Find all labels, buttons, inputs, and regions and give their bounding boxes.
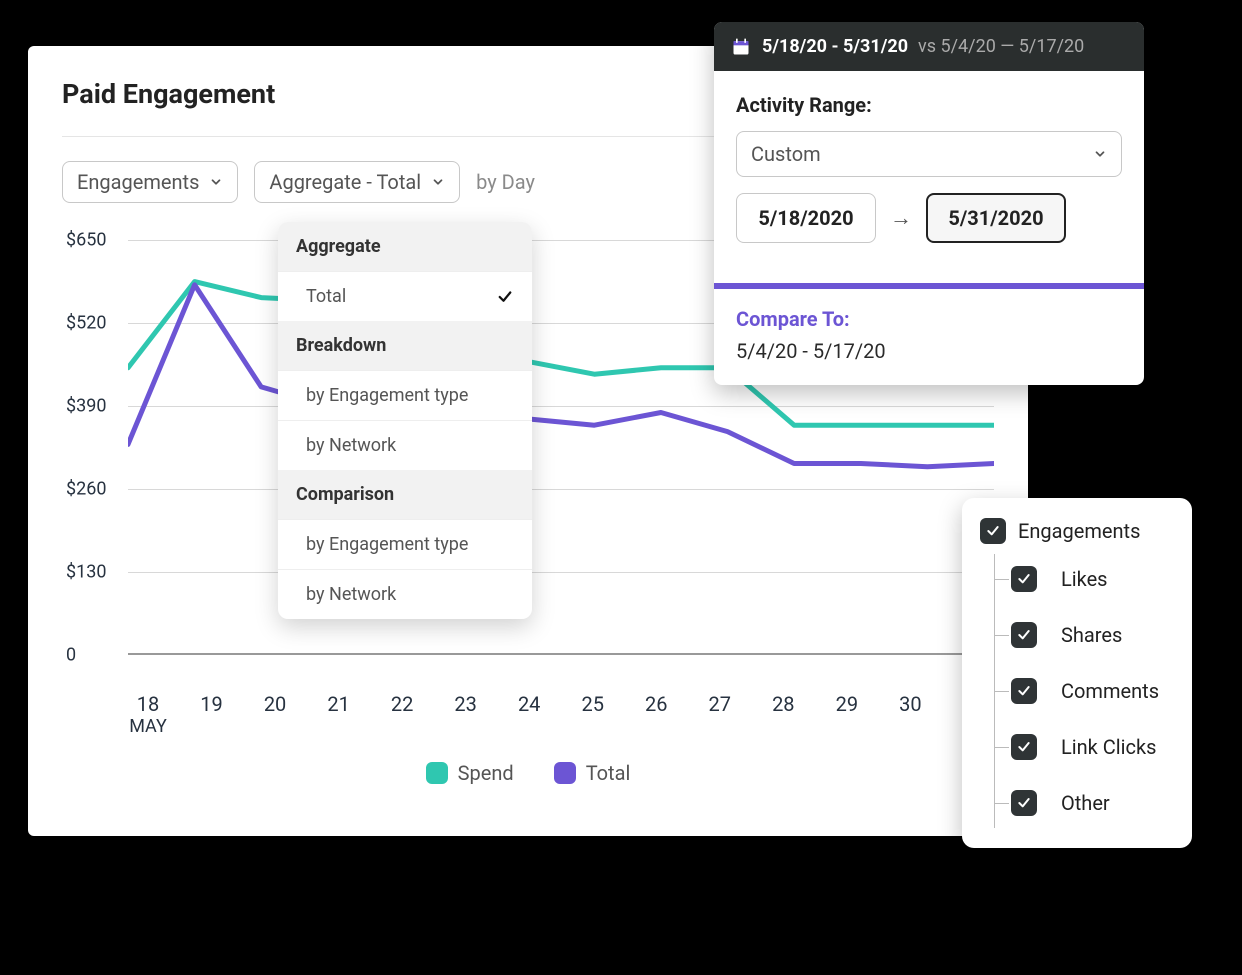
chevron-down-icon — [431, 175, 445, 189]
engagements-child-label: Likes — [1061, 567, 1108, 591]
date-range-bar[interactable]: 5/18/20 - 5/31/20 vs 5/4/20 — 5/17/20 — [714, 22, 1144, 71]
x-tick-label: 20 — [255, 692, 295, 737]
x-tick-label: 18MAY — [128, 692, 168, 737]
engagements-child-row[interactable]: Likes — [995, 554, 1174, 604]
metric-dropdown-label: Engagements — [77, 170, 199, 194]
dropdown-item[interactable]: by Network — [278, 569, 532, 619]
y-tick-label: $130 — [66, 562, 106, 583]
compare-to-label: Compare To: — [736, 307, 1122, 331]
x-tick-label: 27 — [700, 692, 740, 737]
x-tick-label: 26 — [636, 692, 676, 737]
checkbox-checked-icon — [1011, 622, 1037, 648]
chevron-down-icon — [1093, 147, 1107, 161]
dropdown-item-label: by Engagement type — [296, 385, 468, 406]
aggregate-dropdown-label: Aggregate - Total — [269, 170, 421, 194]
checkbox-checked-icon — [1011, 566, 1037, 592]
engagements-child-label: Other — [1061, 791, 1110, 815]
end-date-value: 5/31/2020 — [948, 206, 1043, 230]
checkbox-checked-icon — [1011, 790, 1037, 816]
dropdown-item[interactable]: Total — [278, 271, 532, 321]
activity-range-value: Custom — [751, 142, 821, 166]
engagements-parent-label: Engagements — [1018, 519, 1140, 543]
legend-swatch — [426, 762, 448, 784]
x-tick-label: 30 — [890, 692, 930, 737]
by-day-label: by Day — [476, 170, 535, 194]
end-date-input[interactable]: 5/31/2020 — [926, 193, 1066, 243]
dropdown-item[interactable]: by Engagement type — [278, 519, 532, 569]
x-tick-label: 23 — [446, 692, 486, 737]
calendar-icon — [730, 37, 752, 57]
checkbox-checked-icon — [1011, 678, 1037, 704]
dropdown-item[interactable]: by Network — [278, 420, 532, 470]
y-axis: 0$130$260$390$520$650 — [66, 221, 118, 655]
metric-dropdown[interactable]: Engagements — [62, 161, 238, 203]
x-tick-label: 22 — [382, 692, 422, 737]
y-tick-label: $650 — [66, 230, 106, 251]
chart-legend: Spend Total — [62, 761, 994, 785]
x-axis: 18MAY19202122232425262728293031 — [128, 692, 994, 737]
dropdown-item-label: by Network — [296, 435, 396, 456]
start-date-input[interactable]: 5/18/2020 — [736, 193, 876, 243]
date-range-panel: 5/18/20 - 5/31/20 vs 5/4/20 — 5/17/20 Ac… — [714, 22, 1144, 385]
aggregate-dropdown-panel: Aggregate Total Breakdown by Engagement typ… — [278, 222, 532, 619]
start-date-value: 5/18/2020 — [758, 206, 853, 230]
legend-item[interactable]: Total — [554, 761, 631, 785]
x-tick-label: 24 — [509, 692, 549, 737]
legend-item[interactable]: Spend — [426, 761, 514, 785]
checkbox-checked-icon — [980, 518, 1006, 544]
dropdown-group-header: Comparison — [278, 470, 532, 519]
y-tick-label: 0 — [66, 645, 76, 666]
aggregate-dropdown[interactable]: Aggregate - Total — [254, 161, 460, 203]
activity-range-select[interactable]: Custom — [736, 131, 1122, 177]
engagements-child-row[interactable]: Shares — [995, 610, 1174, 660]
legend-label: Total — [586, 761, 631, 785]
engagements-child-label: Comments — [1061, 679, 1159, 703]
x-tick-label: 28 — [763, 692, 803, 737]
arrow-right-icon: → — [890, 205, 912, 231]
dropdown-group-header: Aggregate — [278, 222, 532, 271]
dropdown-item[interactable]: by Engagement type — [278, 370, 532, 420]
date-range-secondary: vs 5/4/20 — 5/17/20 — [918, 36, 1084, 57]
date-range-primary: 5/18/20 - 5/31/20 — [762, 36, 908, 57]
y-tick-label: $390 — [66, 396, 106, 417]
engagements-children: Likes Shares Comments Link Clicks Other — [994, 554, 1174, 828]
dropdown-item-label: by Network — [296, 584, 396, 605]
compare-range-value: 5/4/20 - 5/17/20 — [736, 339, 1122, 363]
dropdown-item-label: Total — [296, 286, 346, 307]
y-tick-label: $260 — [66, 479, 106, 500]
dropdown-item-label: by Engagement type — [296, 534, 468, 555]
x-tick-label: 21 — [319, 692, 359, 737]
x-month-label: MAY — [128, 716, 168, 737]
x-tick-label: 19 — [192, 692, 232, 737]
check-icon — [496, 288, 514, 306]
x-tick-label: 25 — [573, 692, 613, 737]
x-tick-label: 29 — [827, 692, 867, 737]
y-tick-label: $520 — [66, 313, 106, 334]
activity-range-label: Activity Range: — [736, 93, 1122, 117]
engagements-parent-row[interactable]: Engagements — [980, 518, 1174, 544]
engagements-child-label: Link Clicks — [1061, 735, 1156, 759]
engagements-child-row[interactable]: Link Clicks — [995, 722, 1174, 772]
engagements-child-row[interactable]: Comments — [995, 666, 1174, 716]
legend-label: Spend — [458, 761, 514, 785]
engagements-child-label: Shares — [1061, 623, 1122, 647]
engagements-filter-panel: Engagements Likes Shares Comments Link Clic… — [962, 498, 1192, 848]
dropdown-group-header: Breakdown — [278, 321, 532, 370]
engagements-child-row[interactable]: Other — [995, 778, 1174, 828]
date-inputs: 5/18/2020 → 5/31/2020 — [736, 193, 1122, 243]
legend-swatch — [554, 762, 576, 784]
checkbox-checked-icon — [1011, 734, 1037, 760]
chevron-down-icon — [209, 175, 223, 189]
